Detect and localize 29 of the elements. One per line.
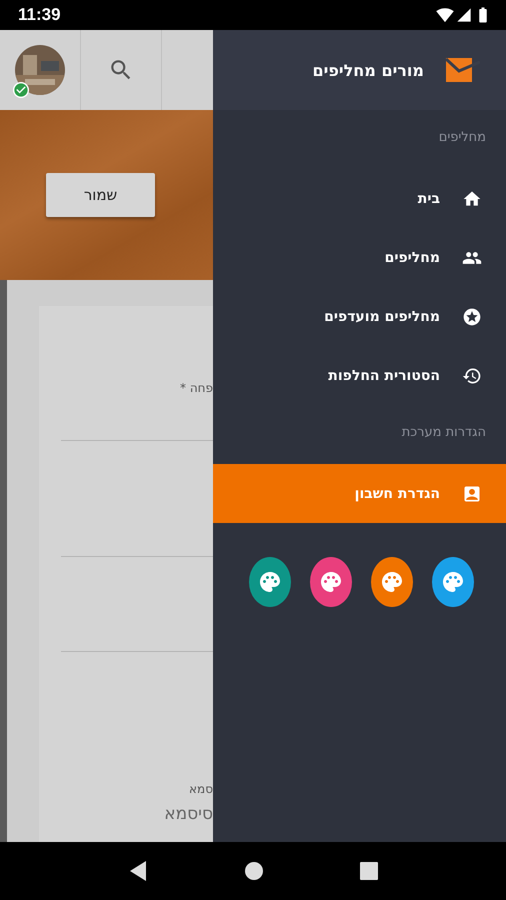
palette-icon [319, 570, 343, 594]
star-icon [462, 306, 482, 326]
check-badge-icon [13, 82, 29, 98]
wifi-icon [436, 6, 454, 24]
field-label: סמא [189, 782, 213, 796]
password-field[interactable]: סיסמא [164, 804, 213, 824]
field-label: פחה * [180, 381, 213, 395]
menu-item[interactable]: מחליפים מועדפים [213, 287, 506, 346]
save-button[interactable]: שמור [46, 173, 155, 217]
signal-icon [456, 7, 472, 23]
theme-color-button[interactable] [371, 557, 413, 607]
app-title: מורים מחליפים [312, 60, 424, 80]
menu-item[interactable]: בית [213, 169, 506, 228]
account-icon [462, 484, 482, 504]
menu-item[interactable]: מחליפים [213, 228, 506, 287]
status-time: 11:39 [18, 5, 61, 25]
home-icon[interactable] [244, 861, 264, 881]
palette-icon [258, 570, 282, 594]
history-icon [462, 366, 482, 386]
theme-color-button[interactable] [249, 557, 291, 607]
back-icon[interactable] [128, 860, 148, 882]
home-icon [462, 188, 482, 208]
theme-color-button[interactable] [432, 557, 474, 607]
theme-color-button[interactable] [310, 557, 352, 607]
menu-item[interactable]: הסטורית החלפות [213, 346, 506, 405]
palette-icon [380, 570, 404, 594]
section-heading: מחליפים [438, 129, 487, 147]
palette-icon [441, 570, 465, 594]
section-heading: הגדרות מערכת [400, 424, 487, 442]
